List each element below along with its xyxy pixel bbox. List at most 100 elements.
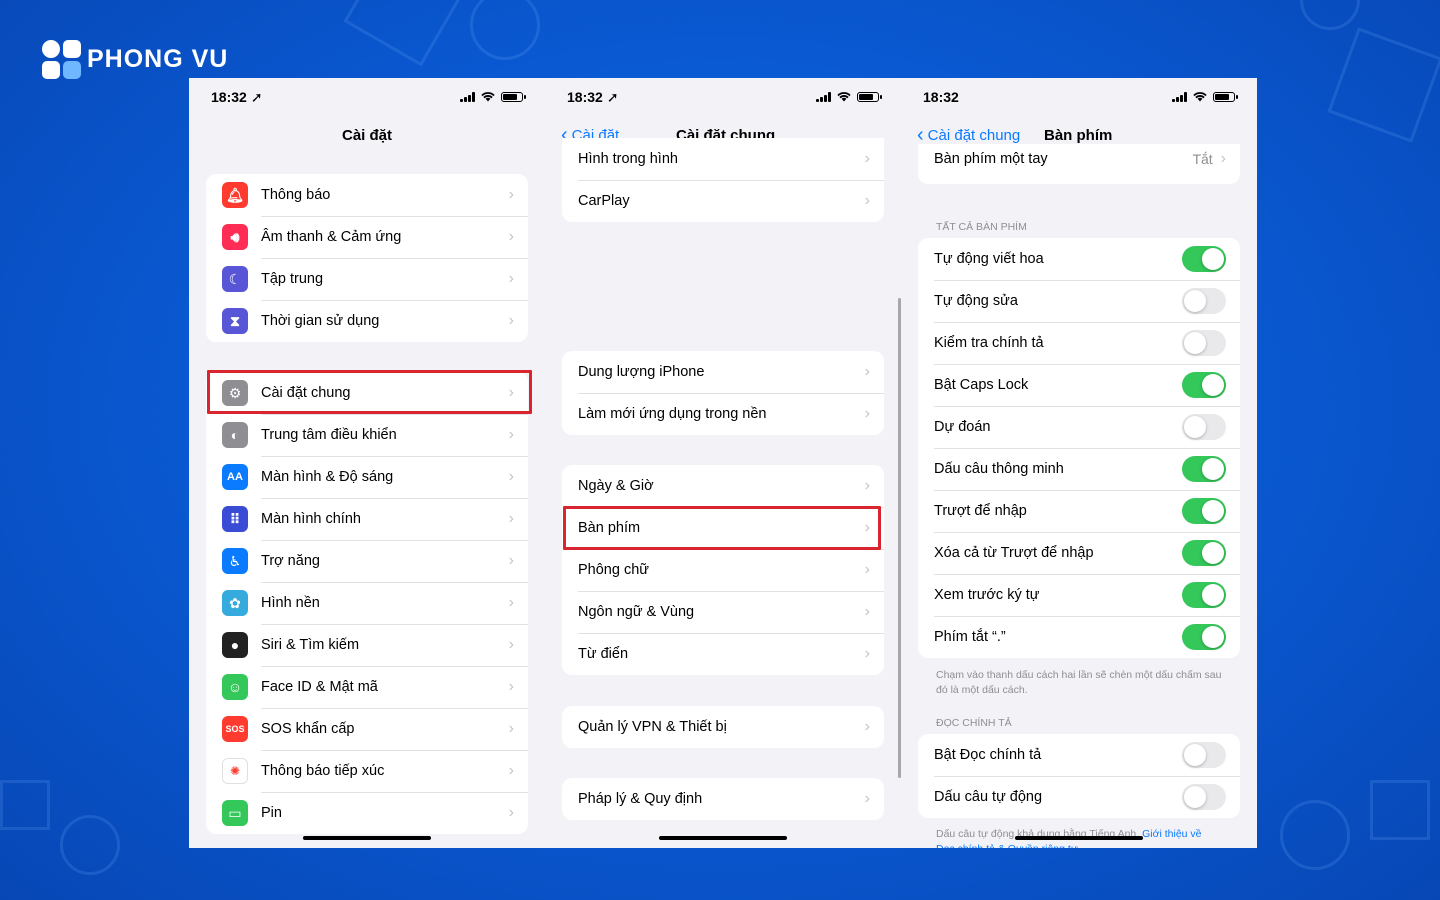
toggle-row-tu-dong-sua: Tự động sửa: [918, 280, 1240, 322]
background-shape: [1327, 27, 1440, 143]
row-label: Bàn phím: [578, 520, 641, 536]
home-indicator: [659, 836, 787, 840]
toggle-row-dau-cau-tu-dong: Dấu câu tự động: [918, 776, 1240, 818]
toggle-switch[interactable]: [1182, 784, 1226, 810]
logo-icon: [42, 40, 81, 79]
row-label: Ngôn ngữ & Vùng: [578, 604, 695, 620]
chevron-right-icon: ›: [864, 405, 870, 422]
row-label: Cài đặt chung: [261, 385, 351, 401]
toggle-switch[interactable]: [1182, 498, 1226, 524]
toggle-switch[interactable]: [1182, 582, 1226, 608]
settings-row-man-hinh-chinh[interactable]: ⠿ Màn hình chính ›: [206, 498, 528, 540]
general-group-5: Pháp lý & Quy định ›: [562, 778, 884, 820]
settings-row-carplay[interactable]: CarPlay ›: [562, 180, 884, 222]
settings-row-tu-dien[interactable]: Từ điển ›: [562, 633, 884, 675]
chevron-left-icon: ‹: [917, 124, 924, 146]
settings-row-thong-bao[interactable]: 🔔︎ Thông báo ›: [206, 174, 528, 216]
toggle-switch[interactable]: [1182, 330, 1226, 356]
toggle-switch[interactable]: [1182, 372, 1226, 398]
settings-row-hinh-nen[interactable]: ✿ Hình nền ›: [206, 582, 528, 624]
toggle-switch[interactable]: [1182, 540, 1226, 566]
row-label: Bật Đọc chính tả: [934, 747, 1042, 763]
row-value: Tắt: [1192, 151, 1213, 167]
background-shape: [1370, 780, 1430, 840]
toggle-switch[interactable]: [1182, 456, 1226, 482]
row-label: Bật Caps Lock: [934, 377, 1029, 393]
siri-icon: ●: [222, 632, 248, 658]
settings-row-sos-khan-cap[interactable]: SOS SOS khẩn cấp ›: [206, 708, 528, 750]
settings-row-face-id-mat-ma[interactable]: ☺ Face ID & Mật mã ›: [206, 666, 528, 708]
chevron-right-icon: ›: [864, 363, 870, 380]
battery-icon: ▭: [222, 800, 248, 826]
settings-row-thong-bao-tiep-xuc[interactable]: ✺ Thông báo tiếp xúc ›: [206, 750, 528, 792]
row-label: Làm mới ứng dụng trong nền: [578, 406, 767, 422]
toggle-switch[interactable]: [1182, 246, 1226, 272]
settings-row-trung-tam-dieu-khien[interactable]: ◐ Trung tâm điều khiển ›: [206, 414, 528, 456]
row-label: Dấu câu thông minh: [934, 461, 1064, 477]
row-label: Hình nền: [261, 595, 320, 611]
settings-row-hinh-trong-hinh[interactable]: Hình trong hình ›: [562, 138, 884, 180]
row-label: Từ điển: [578, 646, 629, 662]
chevron-right-icon: ›: [864, 150, 870, 167]
settings-row-phap-ly-quy-dinh[interactable]: Pháp lý & Quy định ›: [562, 778, 884, 820]
settings-row-tro-nang[interactable]: ♿︎ Trợ năng ›: [206, 540, 528, 582]
switches-icon: ◐: [222, 422, 248, 448]
chevron-right-icon: ›: [508, 510, 514, 527]
row-label: Xóa cả từ Trượt để nhập: [934, 545, 1094, 561]
settings-row-dung-luong-iphone[interactable]: Dung lượng iPhone ›: [562, 351, 884, 393]
toggle-switch[interactable]: [1182, 288, 1226, 314]
row-label: CarPlay: [578, 193, 630, 209]
toggle-row-phim-tat: Phím tắt “.”: [918, 616, 1240, 658]
settings-row-thoi-gian-su-dung[interactable]: ⧗ Thời gian sử dụng ›: [206, 300, 528, 342]
settings-row-lam-moi-ung-dung-trong-nen[interactable]: Làm mới ứng dụng trong nền ›: [562, 393, 884, 435]
toggle-switch[interactable]: [1182, 742, 1226, 768]
chevron-right-icon: ›: [508, 270, 514, 287]
footnote-double-space: Chạm vào thanh dấu cách hai lần sẽ chèn …: [936, 669, 1222, 696]
location-arrow-icon: ➚: [250, 88, 263, 105]
chevron-right-icon: ›: [864, 603, 870, 620]
one-hand-keyboard-row[interactable]: Bàn phím một tay Tắt ›: [918, 144, 1240, 174]
chevron-right-icon: ›: [864, 645, 870, 662]
page-title: Cài đặt: [341, 126, 392, 144]
settings-row-ngay-gio[interactable]: Ngày & Giờ ›: [562, 465, 884, 507]
background-shape: [60, 815, 120, 875]
settings-row-ngon-ngu-vung[interactable]: Ngôn ngữ & Vùng ›: [562, 591, 884, 633]
chevron-right-icon: ›: [508, 384, 514, 401]
speaker-icon: 🔊︎: [222, 224, 248, 250]
settings-row-am-thanh-cam-ung[interactable]: 🔊︎ Âm thanh & Cảm ứng ›: [206, 216, 528, 258]
toggle-row-dau-cau-thong-minh: Dấu câu thông minh: [918, 448, 1240, 490]
row-label: Trượt để nhập: [934, 503, 1027, 519]
settings-row-man-hinh-do-sang[interactable]: AA Màn hình & Độ sáng ›: [206, 456, 528, 498]
settings-row-pin[interactable]: ▭ Pin ›: [206, 792, 528, 834]
chevron-right-icon: ›: [508, 426, 514, 443]
chevron-right-icon: ›: [508, 552, 514, 569]
settings-group-1: 🔔︎ Thông báo › 🔊︎ Âm thanh & Cảm ứng › ☾ Tập tr…: [206, 174, 528, 342]
settings-row-phong-chu[interactable]: Phông chữ ›: [562, 549, 884, 591]
general-group-4: Quản lý VPN & Thiết bị ›: [562, 706, 884, 748]
status-time: 18:32 ➚: [567, 88, 619, 106]
toggle-switch[interactable]: [1182, 414, 1226, 440]
chevron-right-icon: ›: [864, 477, 870, 494]
settings-row-cai-dat-chung[interactable]: ⚙ Cài đặt chung ›: [206, 372, 528, 414]
toggle-switch[interactable]: [1182, 624, 1226, 650]
settings-row-ban-phim[interactable]: Bàn phím ›: [562, 507, 884, 549]
row-label: Xem trước ký tự: [934, 587, 1040, 603]
bell-icon: 🔔︎: [222, 182, 248, 208]
row-label: Hình trong hình: [578, 151, 678, 167]
wifi-icon: [1193, 92, 1207, 102]
back-button[interactable]: ‹ Cài đặt chung: [917, 125, 1020, 145]
settings-row-tap-trung[interactable]: ☾ Tập trung ›: [206, 258, 528, 300]
row-label: Dấu câu tự động: [934, 789, 1043, 805]
chevron-right-icon: ›: [508, 468, 514, 485]
settings-row-siri-tim-kiem[interactable]: ● Siri & Tìm kiếm ›: [206, 624, 528, 666]
row-label: SOS khẩn cấp: [261, 721, 355, 737]
chevron-right-icon: ›: [508, 228, 514, 245]
battery-status-icon: [501, 92, 526, 102]
exposure-icon: ✺: [222, 758, 248, 784]
row-label: Phông chữ: [578, 562, 649, 578]
settings-row-quan-ly-vpn-thiet-bi[interactable]: Quản lý VPN & Thiết bị ›: [562, 706, 884, 748]
row-label: Thời gian sử dụng: [261, 313, 380, 329]
chevron-right-icon: ›: [508, 720, 514, 737]
chevron-right-icon: ›: [508, 762, 514, 779]
general-group-1: Hình trong hình › CarPlay ›: [562, 138, 884, 222]
